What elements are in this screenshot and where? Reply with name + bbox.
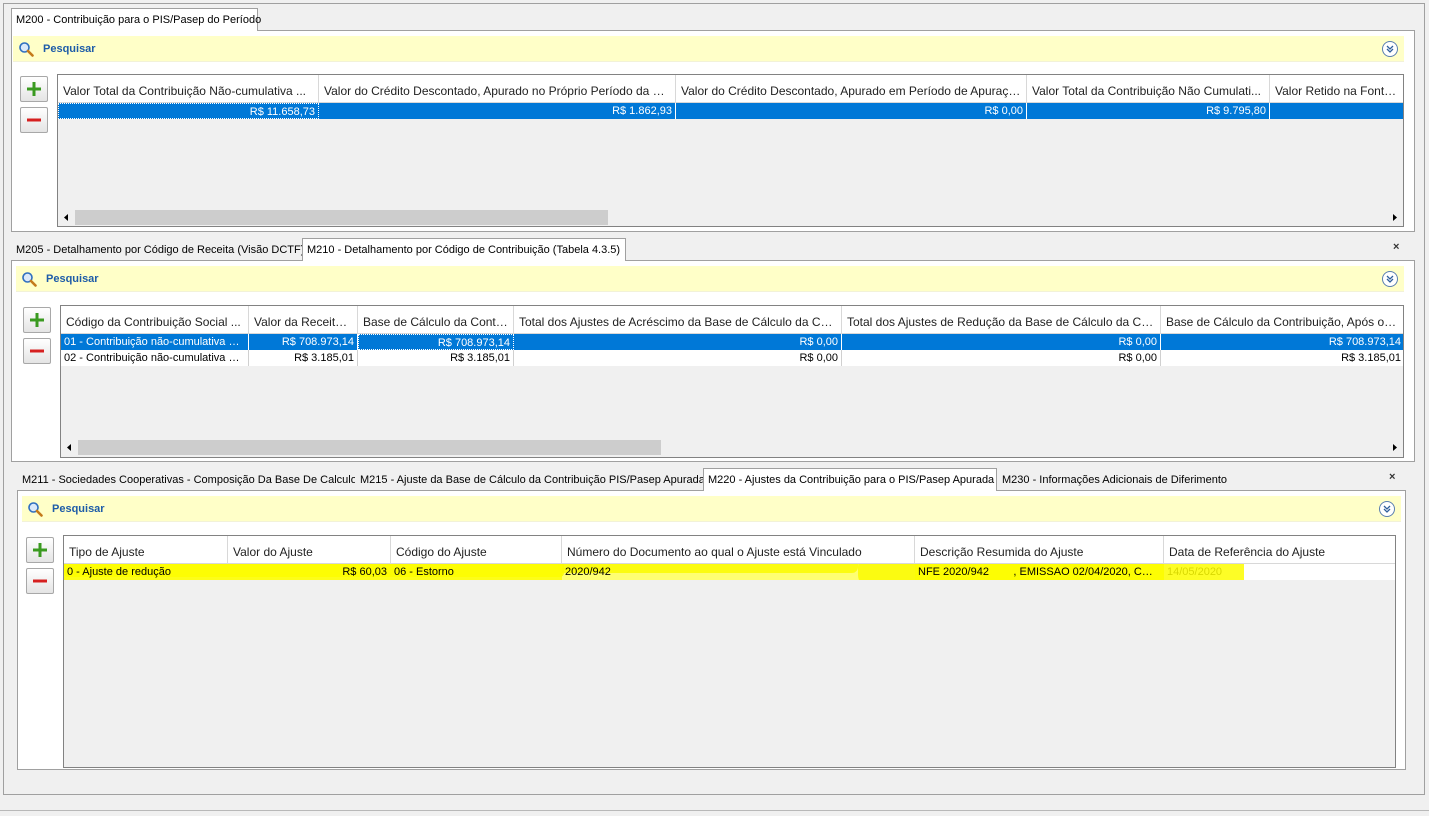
tab-m220[interactable]: M220 - Ajustes da Contribuição para o PI… xyxy=(703,468,997,491)
search-bar[interactable]: Pesquisar xyxy=(22,496,1401,522)
column-header[interactable]: Valor do Crédito Descontado, Apurado no … xyxy=(319,75,676,103)
m200-panel: Pesquisar Valor Total da Contribuição Nã… xyxy=(11,30,1415,232)
close-icon[interactable]: × xyxy=(1389,471,1395,483)
add-button[interactable] xyxy=(26,537,54,563)
search-bar[interactable]: Pesquisar xyxy=(13,36,1404,62)
column-header[interactable]: Total dos Ajustes de Acréscimo da Base d… xyxy=(514,306,842,334)
table-cell[interactable]: 0 - Ajuste de redução xyxy=(64,564,228,580)
column-header[interactable]: Base de Cálculo da Contribuição, Após os… xyxy=(1161,306,1403,334)
column-header[interactable]: Valor do Ajuste xyxy=(228,536,391,564)
tab-m215[interactable]: M215 - Ajuste da Base de Cálculo da Cont… xyxy=(355,468,705,490)
search-bar[interactable]: Pesquisar xyxy=(16,266,1404,292)
chevron-down-icon[interactable] xyxy=(1379,501,1395,517)
column-header[interactable]: Base de Cálculo da Contri... xyxy=(358,306,514,334)
scrollbar-thumb[interactable] xyxy=(75,210,608,225)
tab-m211[interactable]: M211 - Sociedades Cooperativas - Composi… xyxy=(17,468,357,490)
search-label: Pesquisar xyxy=(46,273,99,285)
column-header[interactable]: Tipo de Ajuste xyxy=(64,536,228,564)
table-row[interactable]: 0 - Ajuste de redução R$ 60,03 06 - Esto… xyxy=(64,564,1395,580)
tab-m230[interactable]: M230 - Informações Adicionais de Diferim… xyxy=(997,468,1227,490)
table-cell[interactable]: 2020/942 xyxy=(562,564,915,580)
column-header[interactable]: Código da Contribuição Social ... xyxy=(61,306,249,334)
table-cell[interactable]: 14/05/2020 xyxy=(1164,564,1395,580)
column-header[interactable]: Valor Retido na Fonte De xyxy=(1270,75,1403,103)
tab-m200[interactable]: M200 - Contribuição para o PIS/Pasep do … xyxy=(11,8,261,31)
add-button[interactable] xyxy=(20,76,48,102)
table-cell[interactable]: R$ 708.973,14 xyxy=(249,334,358,350)
column-header[interactable]: Valor da Receita ... xyxy=(249,306,358,334)
table-cell[interactable]: R$ 11.658,73 xyxy=(58,103,319,119)
remove-button[interactable] xyxy=(23,338,51,364)
m220-panel: Pesquisar Tipo de Ajuste Valor do Ajuste… xyxy=(17,490,1406,770)
scrollbar-thumb[interactable] xyxy=(78,440,661,455)
table-row[interactable]: 01 - Contribuição não-cumulativa ap... R… xyxy=(61,334,1403,350)
table-cell[interactable]: R$ 3.185,01 xyxy=(249,350,358,366)
search-label: Pesquisar xyxy=(43,43,96,55)
table-cell[interactable]: R$ 0,00 xyxy=(514,334,842,350)
tab-m210[interactable]: M210 - Detalhamento por Código de Contri… xyxy=(302,238,626,261)
m22x-tabstrip: M211 - Sociedades Cooperativas - Composi… xyxy=(17,468,1406,491)
table-cell[interactable]: 01 - Contribuição não-cumulativa ap... xyxy=(61,334,249,350)
column-header[interactable]: Descrição Resumida do Ajuste xyxy=(915,536,1164,564)
table-row[interactable]: R$ 11.658,73 R$ 1.862,93 R$ 0,00 R$ 9.79… xyxy=(58,103,1403,119)
column-header[interactable]: Total dos Ajustes de Redução da Base de … xyxy=(842,306,1161,334)
column-header[interactable]: Data de Referência do Ajuste xyxy=(1164,536,1395,564)
table-cell[interactable]: R$ 60,03 xyxy=(228,564,391,580)
table-cell[interactable]: R$ 708.973,14 xyxy=(1161,334,1403,350)
table-cell[interactable]: R$ 3.185,01 xyxy=(358,350,514,366)
table-cell[interactable]: 02 - Contribuição não-cumulativa ap... xyxy=(61,350,249,366)
horizontal-scrollbar[interactable] xyxy=(61,439,1403,456)
table-cell[interactable]: R$ 708.973,14 xyxy=(358,334,514,350)
horizontal-scrollbar[interactable] xyxy=(58,209,1403,226)
search-icon xyxy=(27,501,43,517)
chevron-down-icon[interactable] xyxy=(1382,41,1398,57)
close-icon[interactable]: × xyxy=(1393,241,1399,253)
column-header[interactable]: Valor Total da Contribuição Não-cumulati… xyxy=(58,75,319,103)
scroll-left-icon[interactable] xyxy=(58,209,75,226)
m220-grid: Tipo de Ajuste Valor do Ajuste Código do… xyxy=(63,535,1396,768)
table-cell[interactable]: R$ 3.185,01 xyxy=(1161,350,1403,366)
tab-m205[interactable]: M205 - Detalhamento por Código de Receit… xyxy=(11,238,304,260)
scroll-left-icon[interactable] xyxy=(61,439,78,456)
table-cell[interactable]: R$ 1.862,93 xyxy=(319,103,676,119)
table-cell[interactable]: 06 - Estorno xyxy=(391,564,562,580)
m210-panel: Pesquisar Código da Contribuição Social … xyxy=(11,260,1415,462)
grid-empty-area xyxy=(64,580,1395,767)
column-header[interactable]: Número do Documento ao qual o Ajuste est… xyxy=(562,536,915,564)
table-cell[interactable]: R$ 0,00 xyxy=(514,350,842,366)
remove-button[interactable] xyxy=(26,568,54,594)
search-icon xyxy=(21,271,37,287)
scroll-right-icon[interactable] xyxy=(1386,209,1403,226)
m2xx-tabstrip: M205 - Detalhamento por Código de Receit… xyxy=(11,238,1415,261)
add-button[interactable] xyxy=(23,307,51,333)
remove-button[interactable] xyxy=(20,107,48,133)
table-cell[interactable] xyxy=(1270,103,1403,119)
table-cell[interactable]: R$ 0,00 xyxy=(842,334,1161,350)
table-cell[interactable]: R$ 0,00 xyxy=(676,103,1027,119)
search-icon xyxy=(18,41,34,57)
status-divider xyxy=(0,810,1429,811)
column-header[interactable]: Valor Total da Contribuição Não Cumulati… xyxy=(1027,75,1270,103)
chevron-down-icon[interactable] xyxy=(1382,271,1398,287)
table-cell[interactable]: R$ 0,00 xyxy=(842,350,1161,366)
scroll-right-icon[interactable] xyxy=(1386,439,1403,456)
table-cell[interactable]: NFE 2020/942 , EMISSAO 02/04/2020, CANC.… xyxy=(915,564,1164,580)
m200-tabstrip: M200 - Contribuição para o PIS/Pasep do … xyxy=(11,8,1415,31)
table-cell[interactable]: R$ 9.795,80 xyxy=(1027,103,1270,119)
m200-grid: Valor Total da Contribuição Não-cumulati… xyxy=(57,74,1404,227)
search-label: Pesquisar xyxy=(52,503,105,515)
column-header[interactable]: Código do Ajuste xyxy=(391,536,562,564)
m210-grid: Código da Contribuição Social ... Valor … xyxy=(60,305,1404,458)
column-header[interactable]: Valor do Crédito Descontado, Apurado em … xyxy=(676,75,1027,103)
table-row[interactable]: 02 - Contribuição não-cumulativa ap... R… xyxy=(61,350,1403,366)
